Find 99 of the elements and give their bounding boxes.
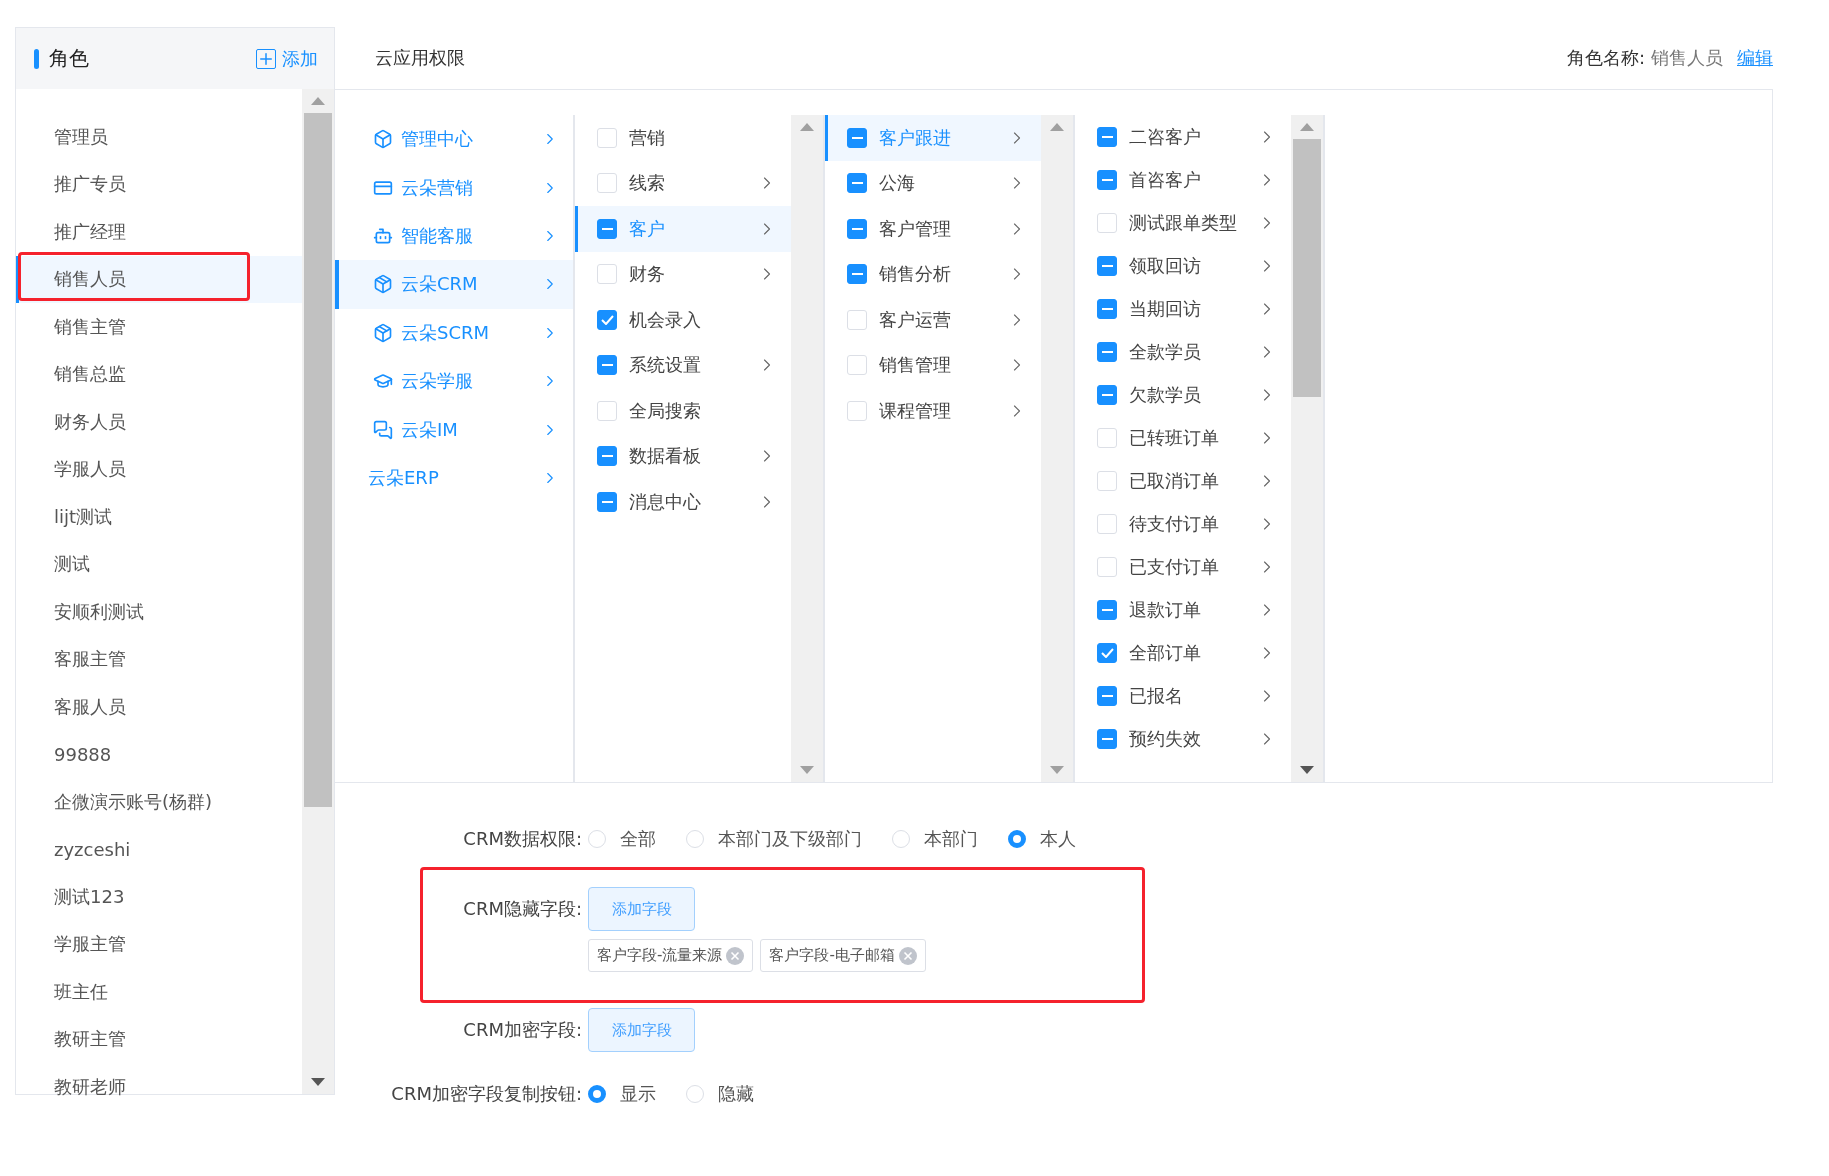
checkbox[interactable]: [1097, 341, 1117, 362]
checkbox[interactable]: [597, 309, 617, 330]
panel-title: 角色: [49, 45, 90, 72]
permission-item[interactable]: 全部订单: [1075, 631, 1291, 674]
radio-option[interactable]: 本人: [1008, 827, 1076, 851]
app-icon: [373, 322, 393, 343]
checkbox[interactable]: [1097, 126, 1117, 147]
role-item[interactable]: 财务人员: [16, 398, 302, 446]
role-item[interactable]: 班主任: [16, 968, 302, 1016]
section-title: 云应用权限: [375, 46, 466, 70]
role-item[interactable]: 推广经理: [16, 208, 302, 256]
checkbox[interactable]: [847, 264, 867, 285]
checkbox[interactable]: [597, 218, 617, 239]
checkbox[interactable]: [1097, 169, 1117, 190]
remove-icon[interactable]: [726, 946, 745, 965]
permission-item[interactable]: 客户管理: [825, 206, 1041, 252]
checkbox[interactable]: [597, 355, 617, 376]
permission-item[interactable]: 退款订单: [1075, 588, 1291, 631]
checkbox[interactable]: [847, 218, 867, 239]
permission-item[interactable]: 数据看板: [575, 433, 791, 479]
permission-item[interactable]: 全局搜索: [575, 388, 791, 434]
role-name: 销售人员: [1651, 46, 1723, 70]
permission-item[interactable]: 机会录入: [575, 297, 791, 343]
permission-item[interactable]: 欠款学员: [1075, 373, 1291, 416]
permission-item[interactable]: 已报名: [1075, 674, 1291, 717]
plus-icon: [256, 48, 276, 69]
role-item[interactable]: 客服人员: [16, 683, 302, 731]
app-icon: [373, 129, 393, 150]
permission-item[interactable]: 消息中心: [575, 479, 791, 525]
permission-item[interactable]: 客户运营: [825, 297, 1041, 343]
role-item[interactable]: 企微演示账号(杨群): [16, 778, 302, 826]
role-item[interactable]: 销售总监: [16, 350, 302, 398]
role-item[interactable]: 学服人员: [16, 445, 302, 493]
permission-item[interactable]: 线索: [575, 160, 791, 206]
radio-option[interactable]: 显示: [588, 1082, 656, 1106]
permission-item[interactable]: 已取消订单: [1075, 459, 1291, 502]
role-item[interactable]: lijt测试: [16, 493, 302, 541]
role-item[interactable]: 销售人员: [16, 255, 302, 303]
checkbox[interactable]: [1097, 685, 1117, 706]
accent-bar: [34, 48, 39, 69]
role-item[interactable]: 教研老师: [16, 1063, 302, 1111]
checkbox[interactable]: [1097, 255, 1117, 276]
checkbox[interactable]: [847, 173, 867, 194]
form-label: CRM数据权限:: [463, 828, 583, 849]
permission-item[interactable]: 已支付订单: [1075, 545, 1291, 588]
checkbox[interactable]: [1097, 384, 1117, 405]
role-item[interactable]: 管理员: [16, 113, 302, 161]
role-item[interactable]: 教研主管: [16, 1015, 302, 1063]
role-item[interactable]: 推广专员: [16, 160, 302, 208]
checkbox[interactable]: [1097, 599, 1117, 620]
radio-option[interactable]: 本部门及下级部门: [686, 827, 862, 851]
permission-item[interactable]: 销售分析: [825, 251, 1041, 297]
role-item[interactable]: 客服主管: [16, 635, 302, 683]
permission-item[interactable]: 测试跟单类型: [1075, 201, 1291, 244]
form-label: CRM隐藏字段:: [463, 898, 583, 919]
scrollbar[interactable]: [1041, 115, 1073, 782]
permission-item[interactable]: 待支付订单: [1075, 502, 1291, 545]
role-item[interactable]: 测试123: [16, 873, 302, 921]
checkbox[interactable]: [1097, 728, 1117, 749]
radio-option[interactable]: 隐藏: [686, 1082, 754, 1106]
permission-item[interactable]: 二咨客户: [1075, 115, 1291, 158]
permission-item[interactable]: 首咨客户: [1075, 158, 1291, 201]
field-tag: 客户字段-电子邮箱: [760, 939, 926, 972]
permission-item[interactable]: 营销: [575, 115, 791, 161]
role-item[interactable]: 99888: [16, 730, 302, 778]
app-icon: [373, 419, 393, 440]
permission-item[interactable]: 全款学员: [1075, 330, 1291, 373]
scrollbar[interactable]: [1291, 115, 1323, 782]
remove-icon[interactable]: [898, 946, 917, 965]
permission-item[interactable]: 财务: [575, 251, 791, 297]
checkbox[interactable]: [847, 127, 867, 148]
role-item[interactable]: zyzceshi: [16, 825, 302, 873]
role-item[interactable]: 测试: [16, 540, 302, 588]
role-item[interactable]: 学服主管: [16, 920, 302, 968]
checkbox[interactable]: [597, 491, 617, 512]
form-label: CRM加密字段:: [463, 1019, 583, 1040]
permission-item[interactable]: 已转班订单: [1075, 416, 1291, 459]
checkbox[interactable]: [1097, 298, 1117, 319]
permission-item[interactable]: 当期回访: [1075, 287, 1291, 330]
app-icon: [373, 274, 393, 295]
scrollbar[interactable]: [791, 115, 823, 782]
checkbox[interactable]: [1097, 642, 1117, 663]
permission-item[interactable]: 销售管理: [825, 342, 1041, 388]
permission-item[interactable]: 课程管理: [825, 388, 1041, 434]
radio-button[interactable]: [588, 1085, 606, 1103]
radio-button[interactable]: [1008, 830, 1026, 848]
form-label: CRM加密字段复制按钮:: [391, 1083, 583, 1104]
scrollbar[interactable]: [302, 89, 334, 1094]
permission-item[interactable]: 公海: [825, 160, 1041, 206]
permission-item[interactable]: 领取回访: [1075, 244, 1291, 287]
field-tag: 客户字段-流量来源: [588, 939, 754, 972]
role-item[interactable]: 安顺利测试: [16, 588, 302, 636]
permission-item[interactable]: 系统设置: [575, 342, 791, 388]
radio-option[interactable]: 全部: [588, 827, 656, 851]
permission-item[interactable]: 预约失效: [1075, 717, 1291, 760]
role-name-label: 角色名称:: [1566, 46, 1645, 70]
checkbox[interactable]: [597, 446, 617, 467]
radio-option[interactable]: 本部门: [892, 827, 978, 851]
role-item[interactable]: 销售主管: [16, 303, 302, 351]
